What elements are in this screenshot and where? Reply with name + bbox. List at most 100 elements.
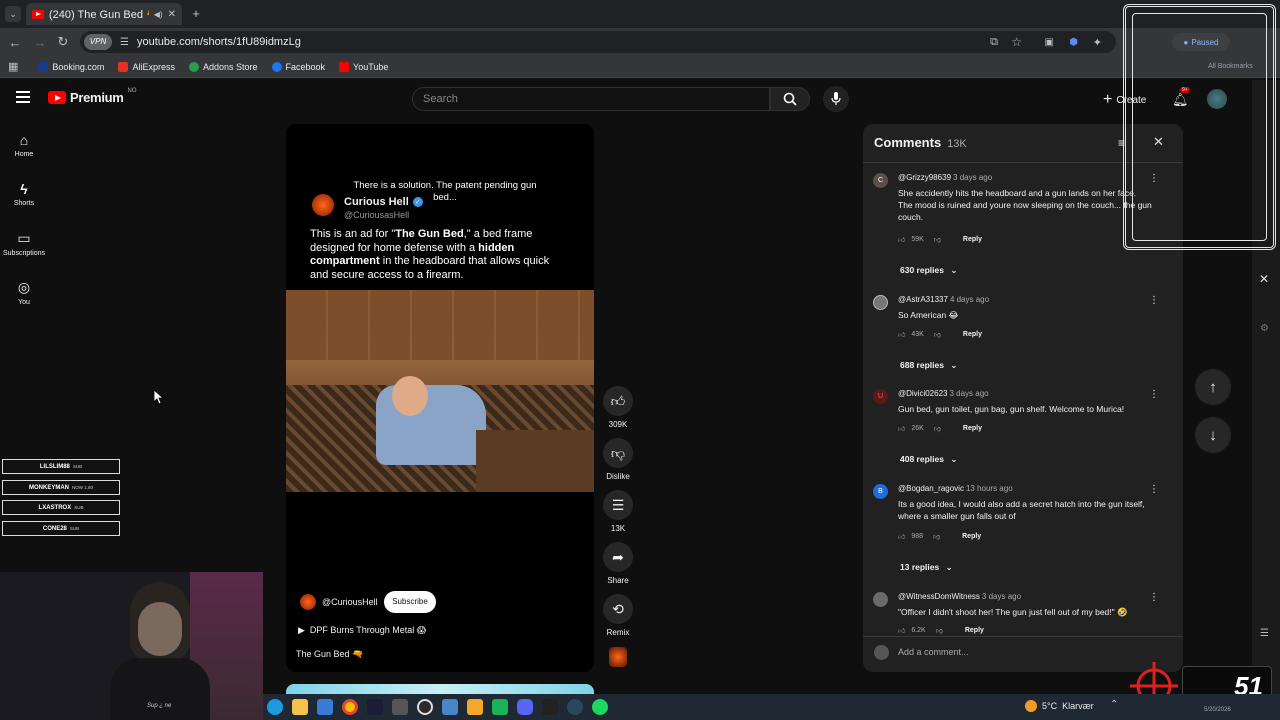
obs-icon[interactable] bbox=[417, 699, 433, 715]
remix-button[interactable]: ⟲ Remix bbox=[603, 594, 633, 637]
subscribe-button[interactable]: Subscribe bbox=[384, 591, 436, 613]
nav-home[interactable]: ⌂ Home bbox=[0, 132, 48, 158]
comment-author[interactable]: @Bogdan_ragovic bbox=[898, 484, 964, 493]
more-options-icon[interactable]: ⋮ bbox=[1149, 592, 1159, 603]
tab-list-button[interactable]: ⌄ bbox=[5, 6, 21, 22]
bookmark-aliexpress[interactable]: AliExpress bbox=[118, 61, 175, 72]
store-icon[interactable] bbox=[317, 699, 333, 715]
commenter-avatar[interactable]: U bbox=[873, 389, 888, 404]
media-icon[interactable]: ▣ bbox=[1045, 37, 1054, 48]
comment-author[interactable]: @WitnessDomWitness bbox=[898, 592, 980, 601]
reply-button[interactable]: Reply bbox=[963, 425, 982, 432]
reload-icon[interactable]: ↻ bbox=[55, 34, 71, 50]
tools-icon[interactable]: ✕ bbox=[1259, 272, 1269, 286]
clock-date[interactable]: 5/20/2026 bbox=[1204, 707, 1231, 713]
reply-button[interactable]: Reply bbox=[962, 533, 981, 540]
reply-button[interactable]: Reply bbox=[963, 236, 982, 243]
thumbs-up-icon[interactable]: 👍︎ bbox=[898, 532, 905, 541]
commenter-avatar[interactable] bbox=[873, 592, 888, 607]
channel-avatar[interactable] bbox=[300, 594, 316, 610]
thumbs-down-icon[interactable]: 👎︎ bbox=[934, 330, 941, 339]
commenter-avatar[interactable] bbox=[873, 295, 888, 310]
comments-button[interactable]: ☰ 13K bbox=[603, 490, 633, 533]
next-video-button[interactable]: ↓ bbox=[1195, 417, 1231, 453]
view-replies-button[interactable]: 630 replies ⌄ bbox=[900, 265, 957, 276]
add-comment-input[interactable]: Add a comment... bbox=[898, 647, 969, 657]
nav-shorts[interactable]: ϟ Shorts bbox=[0, 181, 48, 207]
thumbs-up-icon[interactable]: 👍︎ bbox=[898, 424, 905, 433]
back-icon[interactable]: ← bbox=[7, 34, 23, 50]
channel-name[interactable]: @CuriousHell bbox=[322, 597, 378, 607]
extension-shield-icon[interactable]: ⬢ bbox=[1069, 37, 1078, 48]
comment-actions: 👍︎ 26K 👎︎ Reply bbox=[898, 424, 982, 433]
side-settings-icon[interactable]: ⚙ bbox=[1260, 323, 1269, 334]
app-icon[interactable] bbox=[442, 699, 458, 715]
bookmark-star-icon[interactable]: ☆ bbox=[1011, 35, 1022, 49]
like-button[interactable]: 👍︎ 309K bbox=[603, 386, 633, 429]
app-icon[interactable] bbox=[367, 699, 383, 715]
commenter-avatar[interactable]: C bbox=[873, 173, 888, 188]
app-icon[interactable] bbox=[492, 699, 508, 715]
commenter-avatar[interactable]: B bbox=[873, 484, 888, 499]
edge-icon[interactable] bbox=[267, 699, 283, 715]
url-text[interactable]: youtube.com/shorts/1fU89idmzLg bbox=[137, 36, 301, 48]
comment-author[interactable]: @Grizzy98639 bbox=[898, 173, 951, 182]
apps-grid-icon[interactable]: ▦ bbox=[8, 60, 18, 73]
search-input[interactable]: Search bbox=[412, 87, 770, 111]
thumbs-up-icon[interactable]: 👍︎ bbox=[898, 330, 905, 339]
bookmark-booking[interactable]: Booking.com bbox=[38, 61, 104, 72]
music-track[interactable]: ▶ DPF Burns Through Metal 😱 bbox=[298, 625, 426, 636]
bookmark-youtube[interactable]: YouTube bbox=[339, 61, 388, 72]
share-button[interactable]: ➦ Share bbox=[603, 542, 633, 585]
new-tab-button[interactable]: + bbox=[188, 5, 204, 21]
thumbs-up-icon[interactable]: 👍︎ bbox=[898, 626, 905, 635]
discord-icon[interactable] bbox=[517, 699, 533, 715]
install-app-icon[interactable]: ⧉ bbox=[990, 36, 998, 49]
thumbs-down-icon[interactable]: 👎︎ bbox=[934, 235, 941, 244]
thumbs-down-icon[interactable]: 👎︎ bbox=[936, 626, 943, 635]
thumbs-up-icon[interactable]: 👍︎ bbox=[898, 235, 905, 244]
browser-tab[interactable]: (240) The Gun Bed 🔫 - You ◀) ✕ bbox=[26, 3, 182, 25]
voice-search-button[interactable] bbox=[823, 86, 849, 112]
omnibox[interactable]: VPN ☰ youtube.com/shorts/1fU89idmzLg ⧉ ☆… bbox=[80, 31, 1116, 53]
view-replies-button[interactable]: 13 replies ⌄ bbox=[900, 562, 953, 573]
comment-author[interactable]: @AstrA31337 bbox=[898, 295, 948, 304]
view-replies-button[interactable]: 688 replies ⌄ bbox=[900, 360, 957, 371]
chrome-icon[interactable] bbox=[342, 699, 358, 715]
close-tab-icon[interactable]: ✕ bbox=[168, 9, 176, 20]
hamburger-menu-icon[interactable] bbox=[16, 91, 30, 103]
app-icon[interactable] bbox=[467, 699, 483, 715]
youtube-logo[interactable]: Premium NO bbox=[48, 88, 137, 105]
nav-you[interactable]: ◎ You bbox=[0, 279, 48, 306]
speaker-icon[interactable]: ◀) bbox=[154, 10, 163, 19]
vpn-badge-icon[interactable]: VPN bbox=[84, 34, 112, 50]
tray-chevron-icon[interactable]: ⌃ bbox=[1110, 699, 1118, 710]
file-explorer-icon[interactable] bbox=[292, 699, 308, 715]
thumbs-down-icon[interactable]: 👎︎ bbox=[934, 424, 941, 433]
spotify-icon[interactable] bbox=[592, 699, 608, 715]
reply-button[interactable]: Reply bbox=[963, 331, 982, 338]
steam-icon[interactable] bbox=[567, 699, 583, 715]
extensions-puzzle-icon[interactable]: ✦ bbox=[1093, 36, 1102, 49]
bookmark-facebook[interactable]: Facebook bbox=[271, 61, 325, 72]
dislike-button[interactable]: 👎︎ Dislike bbox=[603, 438, 633, 481]
more-options-icon[interactable]: ⋮ bbox=[1149, 389, 1159, 400]
thumbs-down-icon[interactable]: 👎︎ bbox=[933, 532, 940, 541]
more-options-icon[interactable]: ⋮ bbox=[1149, 484, 1159, 495]
previous-video-button[interactable]: ↑ bbox=[1195, 369, 1231, 405]
forward-icon[interactable]: → bbox=[32, 34, 48, 50]
comment-author[interactable]: @Divici02623 bbox=[898, 389, 947, 398]
sliders-icon[interactable]: ☰ bbox=[1260, 628, 1269, 639]
short-video-player[interactable]: There is a solution. The patent pending … bbox=[286, 124, 594, 672]
site-info-icon[interactable]: ☰ bbox=[120, 37, 129, 48]
app-icon[interactable] bbox=[542, 699, 558, 715]
bookmark-addons-store[interactable]: Addons Store bbox=[188, 61, 258, 72]
nav-subscriptions[interactable]: ▭ Subscriptions bbox=[0, 230, 48, 257]
weather-text[interactable]: 5°C Klarvær bbox=[1042, 701, 1094, 711]
reply-button[interactable]: Reply bbox=[965, 627, 984, 634]
app-icon[interactable] bbox=[392, 699, 408, 715]
view-replies-button[interactable]: 408 replies ⌄ bbox=[900, 454, 957, 465]
search-button[interactable] bbox=[770, 87, 810, 111]
more-options-icon[interactable]: ⋮ bbox=[1149, 295, 1159, 306]
sound-thumbnail[interactable] bbox=[609, 647, 627, 667]
